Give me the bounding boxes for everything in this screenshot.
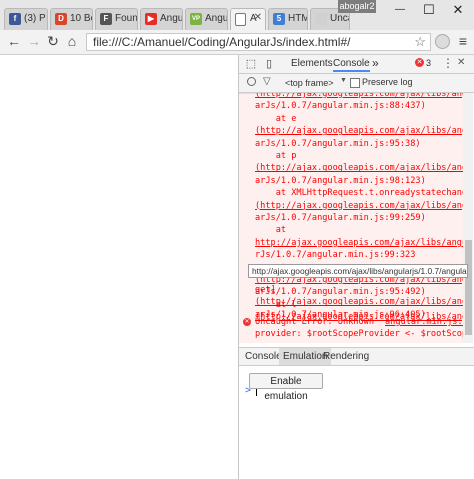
tab-title: HTM: [288, 13, 308, 24]
back-arrow-icon[interactable]: ←: [6, 33, 22, 49]
browser-tab-2[interactable]: D 10 Be: [50, 8, 93, 30]
close-tab-icon[interactable]: ✕: [254, 12, 262, 23]
uncaught-error-detail: provider: $rootScopeProvider <- $rootSco…: [255, 329, 463, 339]
page-favicon-icon: F: [100, 13, 112, 25]
html5-favicon-icon: 5: [273, 13, 285, 25]
browser-tab-7[interactable]: 5 HTM: [268, 8, 308, 30]
preserve-log-label: Preserve log: [362, 77, 413, 87]
reload-icon[interactable]: ↻: [45, 33, 61, 49]
error-stack-trace: (http://ajax.googleapis.com/ajax/libs/an…: [239, 93, 463, 343]
tab-title: (3) P: [24, 13, 46, 24]
maximize-button[interactable]: ☐: [414, 0, 444, 22]
browser-tab-5[interactable]: VP Angu: [185, 8, 228, 30]
browser-tab-4[interactable]: ▶ Angu: [140, 8, 183, 30]
extension-icon[interactable]: [435, 34, 450, 49]
tab-title: Foun: [115, 13, 138, 24]
tab-title: Angu: [205, 13, 228, 24]
minimize-button[interactable]: —: [385, 0, 415, 22]
error-count[interactable]: 3: [426, 58, 431, 68]
drawer-tab-rendering[interactable]: Rendering: [323, 351, 369, 362]
youtube-favicon-icon: ▶: [145, 13, 157, 25]
facebook-favicon-icon: f: [9, 13, 21, 25]
console-output: (http://ajax.googleapis.com/ajax/libs/an…: [239, 93, 463, 343]
stack-trace-line[interactable]: (http://ajax.googleapis.com/ajax/libs/an…: [255, 93, 463, 100]
tab-title: 10 Be: [70, 13, 92, 24]
drawer-tab-bar: Console Emulation Rendering: [239, 347, 474, 366]
devtools-tab-bar: ⬚ ▯ Elements Console » ✕ 3 ⋮ ✕: [239, 55, 474, 74]
tab-elements[interactable]: Elements: [291, 58, 333, 69]
stack-trace-line: arJs/1.0.7/angular.min.js:99:259): [255, 213, 426, 223]
filter-icon[interactable]: ▽: [263, 76, 271, 87]
tab-console[interactable]: Console: [333, 58, 370, 72]
forward-arrow-icon[interactable]: →: [26, 33, 42, 49]
bookmark-star-icon[interactable]: ☆: [414, 34, 426, 50]
scrollbar-thumb[interactable]: [465, 240, 472, 335]
stack-trace-line[interactable]: (http://ajax.googleapis.com/ajax/libs/an…: [255, 296, 463, 308]
uncaught-error-message: Uncaught Error: Unknown: [255, 317, 374, 327]
stack-trace-line: arJs/1.0.7/angular.min.js:95:38): [255, 138, 421, 149]
console-filter-bar: ▽ <top frame> ▼ Preserve log: [239, 74, 474, 93]
url-text: file:///C:/Amanuel/Coding/AngularJs/inde…: [93, 35, 351, 49]
error-icon: ✕: [243, 318, 251, 326]
stack-trace-line[interactable]: (http://ajax.googleapis.com/ajax/libs/an…: [255, 162, 463, 174]
tab-strip: f (3) P D 10 Be F Foun ▶ Angu VP Angu A …: [0, 0, 474, 30]
close-window-button[interactable]: ✕: [443, 0, 473, 22]
profile-name-badge[interactable]: abogalr2: [338, 0, 376, 13]
stack-trace-line: get]: [255, 285, 276, 295]
document-favicon-icon: [235, 13, 246, 26]
vp-favicon-icon: VP: [190, 13, 202, 25]
frame-selector[interactable]: <top frame>: [285, 78, 334, 88]
toolbar: ← → ↻ ⌂ file:///C:/Amanuel/Coding/Angula…: [0, 30, 474, 55]
browser-tab-active[interactable]: A ✕: [230, 8, 266, 30]
stack-trace-line: rJs/1.0.7/angular.min.js:99:323: [255, 250, 416, 261]
inspect-element-icon[interactable]: ⬚: [243, 56, 259, 72]
menu-icon[interactable]: ≡: [455, 33, 471, 49]
stack-trace-line: arJs/1.0.7/angular.min.js:98:123): [255, 175, 426, 186]
browser-tab-3[interactable]: F Foun: [95, 8, 138, 30]
close-devtools-icon[interactable]: ✕: [457, 57, 465, 68]
link-tooltip: http://ajax.googleapis.com/ajax/libs/ang…: [248, 264, 468, 278]
frame-dropdown-icon[interactable]: ▼: [340, 77, 347, 84]
enable-emulation-button[interactable]: Enable emulation: [249, 373, 323, 402]
page-viewport: [0, 55, 239, 479]
preserve-log-checkbox[interactable]: [350, 78, 360, 88]
devtools-menu-icon[interactable]: ⋮: [442, 56, 454, 70]
more-tabs-button[interactable]: »: [372, 56, 379, 70]
error-icon: ✕: [415, 58, 424, 67]
clear-console-icon[interactable]: [247, 77, 256, 86]
device-mode-icon[interactable]: ▯: [261, 56, 277, 72]
stack-trace-line: at: [255, 225, 287, 236]
drawer-tab-console[interactable]: Console: [245, 351, 282, 362]
address-bar[interactable]: file:///C:/Amanuel/Coding/AngularJs/inde…: [86, 33, 431, 51]
stack-trace-line: at e: [255, 113, 297, 124]
generic-favicon-icon: [315, 13, 327, 25]
stack-trace-line: at p: [255, 151, 297, 161]
tab-title: Angu: [160, 13, 183, 24]
stack-trace-line[interactable]: (http://ajax.googleapis.com/ajax/libs/an…: [255, 200, 463, 212]
browser-tab-1[interactable]: f (3) P: [4, 8, 48, 30]
home-icon[interactable]: ⌂: [64, 33, 80, 49]
stack-trace-line: arJs/1.0.7/angular.min.js:88:437): [255, 101, 426, 112]
tab-title: Unca: [330, 13, 349, 24]
d-favicon-icon: D: [55, 13, 67, 25]
error-source-link[interactable]: angular.min.js:29: [385, 316, 463, 328]
stack-trace-line: at XMLHttpRequest.t.onreadystatechange: [255, 188, 463, 199]
stack-trace-line[interactable]: http://ajax.googleapis.com/ajax/libs/ang…: [255, 237, 463, 249]
stack-trace-line[interactable]: (http://ajax.googleapis.com/ajax/libs/an…: [255, 125, 463, 137]
